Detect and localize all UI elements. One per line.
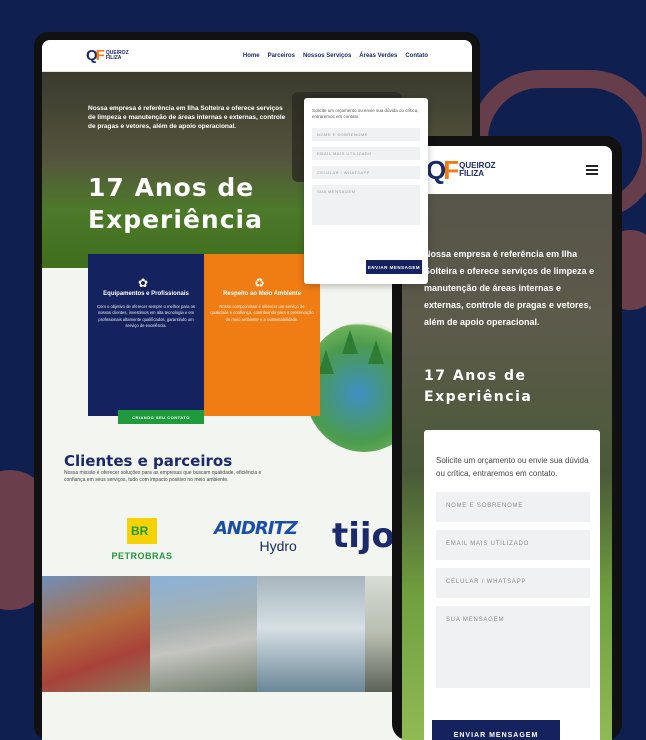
brand-name: QUEIROZ FILIZA: [105, 49, 129, 61]
mobile-screen: QF QUEIROZ FILIZA Nossa empresa é referên…: [402, 146, 612, 740]
form-intro: Solicite um orçamento ou envie sua dúvid…: [436, 456, 589, 478]
name-field[interactable]: NOME E SOBRENOME: [436, 492, 590, 522]
tijo-logo: tijo: [332, 516, 395, 556]
nav-parceiros[interactable]: Parceiros: [268, 53, 295, 59]
brand-logo[interactable]: QF QUEIROZ FILIZA: [86, 47, 129, 64]
hero-intro: Nossa empresa é referência em Ilha Solte…: [424, 249, 595, 327]
gallery-photo[interactable]: [42, 576, 150, 692]
brand-name: QUEIROZ FILIZA: [459, 161, 496, 178]
form-intro: Solicite um orçamento ou envie sua dúvid…: [312, 108, 419, 119]
nav-home[interactable]: Home: [243, 53, 260, 59]
card-text: Nosso compromisso é oferecer um serviço …: [210, 304, 314, 322]
card-title: Respeito ao Meio Ambiente: [222, 291, 302, 297]
nav-servicos[interactable]: Nossos Serviços: [303, 53, 351, 59]
tree-illustration: [342, 330, 358, 354]
hero-title: 17 Anos de Experiência: [424, 368, 533, 405]
message-field[interactable]: SUA MENSAGEM: [436, 606, 590, 688]
andritz-logo: ANDRITZ Hydro: [214, 518, 298, 554]
tree-illustration: [318, 350, 334, 374]
mobile-contact-form: Solicite um orçamento ou envie sua dúvid…: [424, 430, 600, 740]
desktop-menu: Home Parceiros Nossos Serviços Áreas Ver…: [243, 53, 428, 59]
brand-mark: QF: [86, 47, 105, 64]
email-field[interactable]: EMAIL MAIS UTILIZADO: [436, 530, 590, 560]
recycle-icon: ♻: [254, 276, 265, 290]
cards-cta-button[interactable]: CRIANDO SEU CONTATO: [118, 410, 204, 424]
submit-button[interactable]: ENVIAR MENSAGEM: [432, 720, 560, 740]
tree-illustration: [368, 340, 384, 364]
email-field[interactable]: EMAIL MAIS UTILIZADO: [312, 147, 420, 160]
brand-logo[interactable]: QF QUEIROZ FILIZA: [426, 155, 496, 186]
name-field[interactable]: NOME E SOBRENOME: [312, 128, 420, 141]
submit-button[interactable]: ENVIAR MENSAGEM: [366, 260, 422, 274]
brand-mark: QF: [426, 154, 459, 185]
clients-title: Clientes e parceiros: [64, 452, 233, 470]
hero-title: 17 Anos de Experiência: [88, 173, 263, 234]
card-title: Equipamentos e Profissionais: [103, 291, 189, 297]
gallery-photo[interactable]: [257, 576, 365, 692]
desktop-contact-form: Solicite um orçamento ou envie sua dúvid…: [304, 98, 428, 284]
card-meio-ambiente: ♻ Respeito ao Meio Ambiente Nosso compro…: [204, 254, 320, 416]
phone-field[interactable]: CELULAR / WHATSAPP: [436, 568, 590, 598]
plant-icon: ✿: [138, 276, 149, 290]
hamburger-menu-icon[interactable]: [586, 165, 598, 175]
showcase-stage: QF QUEIROZ FILIZA Home Parceiros Nossos S…: [0, 0, 646, 740]
message-field[interactable]: SUA MENSAGEM: [312, 185, 420, 225]
card-equipamentos: ✿ Equipamentos e Profissionais Com o obj…: [88, 254, 204, 424]
petrobras-logo: BR PETROBRAS: [102, 518, 182, 561]
nav-areas-verdes[interactable]: Áreas Verdes: [359, 53, 397, 59]
desktop-navbar: QF QUEIROZ FILIZA Home Parceiros Nossos S…: [42, 40, 472, 72]
hero-intro: Nossa empresa é referência em Ilha Solte…: [88, 105, 286, 130]
phone-field[interactable]: CELULAR / WHATSAPP: [312, 166, 420, 179]
mobile-navbar: QF QUEIROZ FILIZA: [402, 146, 612, 194]
gallery-photo[interactable]: [149, 576, 257, 692]
card-text: Com o objetivo de oferecer sempre o melh…: [97, 304, 195, 329]
nav-contato[interactable]: Contato: [405, 53, 428, 59]
clients-text: Nossa missão é oferecer soluções para as…: [64, 470, 262, 483]
feature-cards: ✿ Equipamentos e Profissionais Com o obj…: [88, 254, 320, 424]
